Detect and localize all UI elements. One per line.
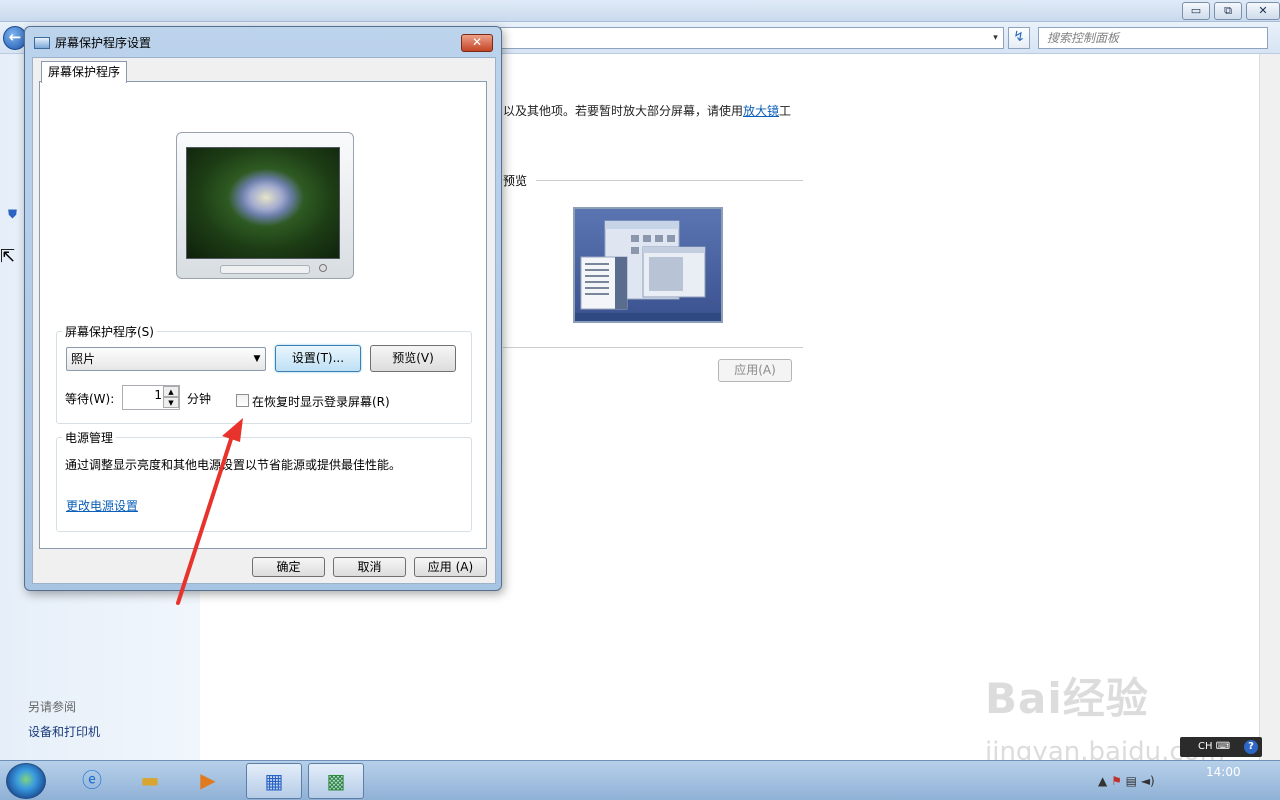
media-player-icon[interactable]: ▶	[180, 763, 236, 799]
keyboard-icon[interactable]: ⌨	[1216, 741, 1230, 752]
cancel-button[interactable]: 取消	[333, 557, 406, 577]
vertical-scrollbar[interactable]	[1259, 54, 1280, 760]
magnifier-link[interactable]: 放大镜	[743, 104, 779, 118]
desktop-preview-icon	[575, 220, 721, 321]
see-also-heading: 另请参阅	[28, 700, 77, 714]
dialog-close-button[interactable]: ✕	[461, 34, 493, 52]
network-icon[interactable]: ▤	[1126, 774, 1137, 788]
flower-preview-image	[186, 147, 340, 259]
clock[interactable]: 14:00	[1206, 765, 1241, 779]
mouse-cursor-icon: ⇱	[0, 246, 16, 267]
description-text: 以及其他项。若要暂时放大部分屏幕，请使用	[503, 104, 744, 118]
screensaver-icon[interactable]: ▩	[308, 763, 364, 799]
spin-up-icon[interactable]: ▲	[163, 386, 179, 397]
cp-apply-button[interactable]: 应用(A)	[718, 359, 792, 382]
flag-icon[interactable]: ⚑	[1111, 774, 1122, 788]
minutes-label: 分钟	[187, 392, 212, 406]
resume-login-label[interactable]: 在恢复时显示登录屏幕(R)	[252, 393, 390, 410]
devices-printers-link[interactable]: 设备和打印机	[28, 723, 100, 740]
preview-button[interactable]: 预览(V)	[370, 345, 456, 372]
resume-login-checkbox[interactable]	[236, 394, 249, 407]
screensaver-select[interactable]: 照片	[66, 347, 266, 371]
baidu-watermark: Bai经验	[985, 674, 1149, 723]
ie-icon[interactable]: ⓔ	[64, 763, 120, 799]
chevron-down-icon[interactable]: ▾	[988, 28, 1003, 48]
monitor-icon	[34, 37, 50, 49]
system-tray: ▲ ⚑ ▤ ◄)	[1098, 774, 1155, 788]
personalization-description: 以及其他项。若要暂时放大部分屏幕，请使用放大镜工	[503, 102, 791, 119]
search-input[interactable]: 搜索控制面板	[1038, 27, 1268, 49]
ok-button[interactable]: 确定	[252, 557, 325, 577]
start-button[interactable]	[6, 763, 46, 799]
divider	[536, 180, 803, 181]
window-close-button[interactable]: ✕	[1246, 2, 1280, 20]
power-description: 通过调整显示亮度和其他电源设置以节省能源或提供最佳性能。	[65, 458, 402, 472]
dialog-title: 屏幕保护程序设置	[55, 36, 152, 50]
divider	[503, 347, 803, 348]
restore-button[interactable]: ⧉	[1214, 2, 1242, 20]
uac-shield-icon: ⛊	[8, 207, 18, 221]
tab-screensaver[interactable]: 屏幕保护程序	[41, 61, 127, 83]
power-group-title: 电源管理	[62, 429, 117, 446]
monitor-base	[220, 265, 310, 274]
change-power-settings-link[interactable]: 更改电源设置	[66, 497, 138, 514]
screensaver-group-title: 屏幕保护程序(S)	[62, 323, 157, 340]
control-panel-icon[interactable]: ▦	[246, 763, 302, 799]
wait-label: 等待(W):	[65, 392, 115, 406]
show-hidden-icons-icon[interactable]: ▲	[1098, 774, 1107, 788]
apply-button[interactable]: 应用 (A)	[414, 557, 487, 577]
power-management-group	[56, 437, 472, 532]
refresh-button[interactable]: ↯	[1008, 27, 1030, 49]
power-led-icon	[319, 264, 327, 272]
chevron-down-icon[interactable]: ▼	[250, 349, 264, 369]
language-indicator[interactable]: CH	[1198, 741, 1213, 752]
description-tail: 工	[779, 104, 792, 118]
settings-button[interactable]: 设置(T)...	[275, 345, 361, 372]
preview-label: 预览	[503, 174, 528, 188]
address-bar[interactable]	[500, 27, 1004, 49]
wait-minutes-value[interactable]: 1	[122, 388, 162, 402]
arrow-left-icon: ←	[8, 28, 22, 46]
folder-icon[interactable]: ▬	[122, 763, 178, 799]
display-preview-image	[573, 207, 723, 323]
spin-down-icon[interactable]: ▼	[163, 397, 179, 408]
minimize-button[interactable]: ▭	[1182, 2, 1210, 20]
window-titlebar	[0, 0, 1280, 22]
help-icon[interactable]: ?	[1244, 740, 1258, 754]
volume-icon[interactable]: ◄)	[1141, 774, 1155, 788]
